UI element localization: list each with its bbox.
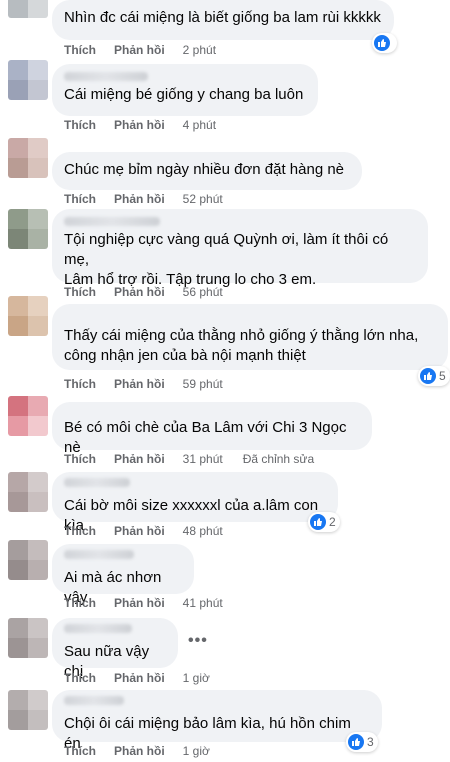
avatar[interactable] [8,472,48,512]
timestamp[interactable]: 52 phút [183,192,223,206]
comment-bubble: Ai mà ác nhơn vậy [52,544,194,606]
avatar[interactable] [8,0,48,18]
like-button[interactable]: Thích [64,596,96,610]
comment-bubble: Chúc mẹ bỉm ngày nhiều đơn đặt hàng nè [52,152,362,190]
timestamp[interactable]: 2 phút [183,43,216,57]
reaction-count[interactable] [372,33,397,53]
author-name-blurred[interactable] [64,550,134,559]
reaction-number: 5 [439,369,446,383]
like-button[interactable]: Thích [64,118,96,132]
reply-button[interactable]: Phản hồi [114,118,165,132]
timestamp[interactable]: 48 phút [183,524,223,538]
comment-bubble: Nhìn đc cái miệng là biết giống ba lam r… [52,0,394,40]
avatar[interactable] [8,138,48,178]
author-name-blurred[interactable] [64,624,132,633]
author-name-blurred[interactable] [64,696,124,705]
reaction-number: 2 [329,515,336,529]
comment-bubble: Thấy cái miệng của thằng nhỏ giống ý thằ… [52,304,448,370]
comment-bubble: Bé có môi chè của Ba Lâm với Chi 3 Ngọc … [52,402,372,456]
reply-button[interactable]: Phản hồi [114,671,165,685]
like-button[interactable]: Thích [64,377,96,391]
comment-text: Nhìn đc cái miệng là biết giống ba lam r… [64,9,381,26]
reply-button[interactable]: Phản hồi [114,744,165,758]
comment-text: Tội nghiệp cực vàng quá Quỳnh ơi, làm ít… [64,231,389,288]
author-name-blurred[interactable] [64,478,130,487]
edited-label[interactable]: Đã chỉnh sửa [243,452,314,466]
avatar[interactable] [8,540,48,580]
like-button[interactable]: Thích [64,524,96,538]
author-name-blurred[interactable] [64,72,148,81]
comment-text: Chúc mẹ bỉm ngày nhiều đơn đặt hàng nè [64,161,345,178]
reply-button[interactable]: Phản hồi [114,43,165,57]
like-button[interactable]: Thích [64,744,96,758]
like-icon [348,734,364,750]
reply-button[interactable]: Phản hồi [114,377,165,391]
comment-bubble: Cái bờ môi size xxxxxxl của a.lâm con kì… [52,472,338,534]
comment-bubble: Cái miệng bé giống y chang ba luôn [52,64,318,116]
reaction-count[interactable]: 3 [346,732,378,752]
like-icon [374,35,390,51]
reply-button[interactable]: Phản hồi [114,524,165,538]
like-icon [310,514,326,530]
reaction-count[interactable]: 2 [308,512,340,532]
reply-button[interactable]: Phản hồi [114,192,165,206]
avatar[interactable] [8,209,48,249]
avatar[interactable] [8,60,48,100]
comment-text: Thấy cái miệng của thằng nhỏ giống ý thằ… [64,327,419,364]
like-button[interactable]: Thích [64,452,96,466]
author-name-blurred[interactable] [64,217,160,226]
reaction-number: 3 [367,735,374,749]
more-options-icon[interactable]: ••• [188,632,208,650]
like-icon [420,368,436,384]
avatar[interactable] [8,296,48,336]
avatar[interactable] [8,396,48,436]
timestamp[interactable]: 41 phút [183,596,223,610]
reply-button[interactable]: Phản hồi [114,596,165,610]
like-button[interactable]: Thích [64,285,96,299]
like-button[interactable]: Thích [64,43,96,57]
comment-bubble: Chội ôi cái miệng bảo lâm kìa, hú hồn ch… [52,690,382,752]
timestamp[interactable]: 59 phút [183,377,223,391]
timestamp[interactable]: 4 phút [183,118,216,132]
avatar[interactable] [8,618,48,658]
reply-button[interactable]: Phản hồi [114,285,165,299]
comment-text: Cái miệng bé giống y chang ba luôn [64,86,304,103]
reply-button[interactable]: Phản hồi [114,452,165,466]
like-button[interactable]: Thích [64,192,96,206]
comment-bubble: Tội nghiệp cực vàng quá Quỳnh ơi, làm ít… [52,209,428,288]
timestamp[interactable]: 1 giờ [183,744,210,758]
comment-bubble: Sau nữa vậy chị [52,618,178,680]
timestamp[interactable]: 56 phút [183,285,223,299]
timestamp[interactable]: 1 giờ [183,671,210,685]
timestamp[interactable]: 31 phút [183,452,223,466]
like-button[interactable]: Thích [64,671,96,685]
reaction-count[interactable]: 5 [418,366,450,386]
comment: Nhìn đc cái miệng là biết giống ba lam r… [0,0,450,66]
avatar[interactable] [8,690,48,730]
